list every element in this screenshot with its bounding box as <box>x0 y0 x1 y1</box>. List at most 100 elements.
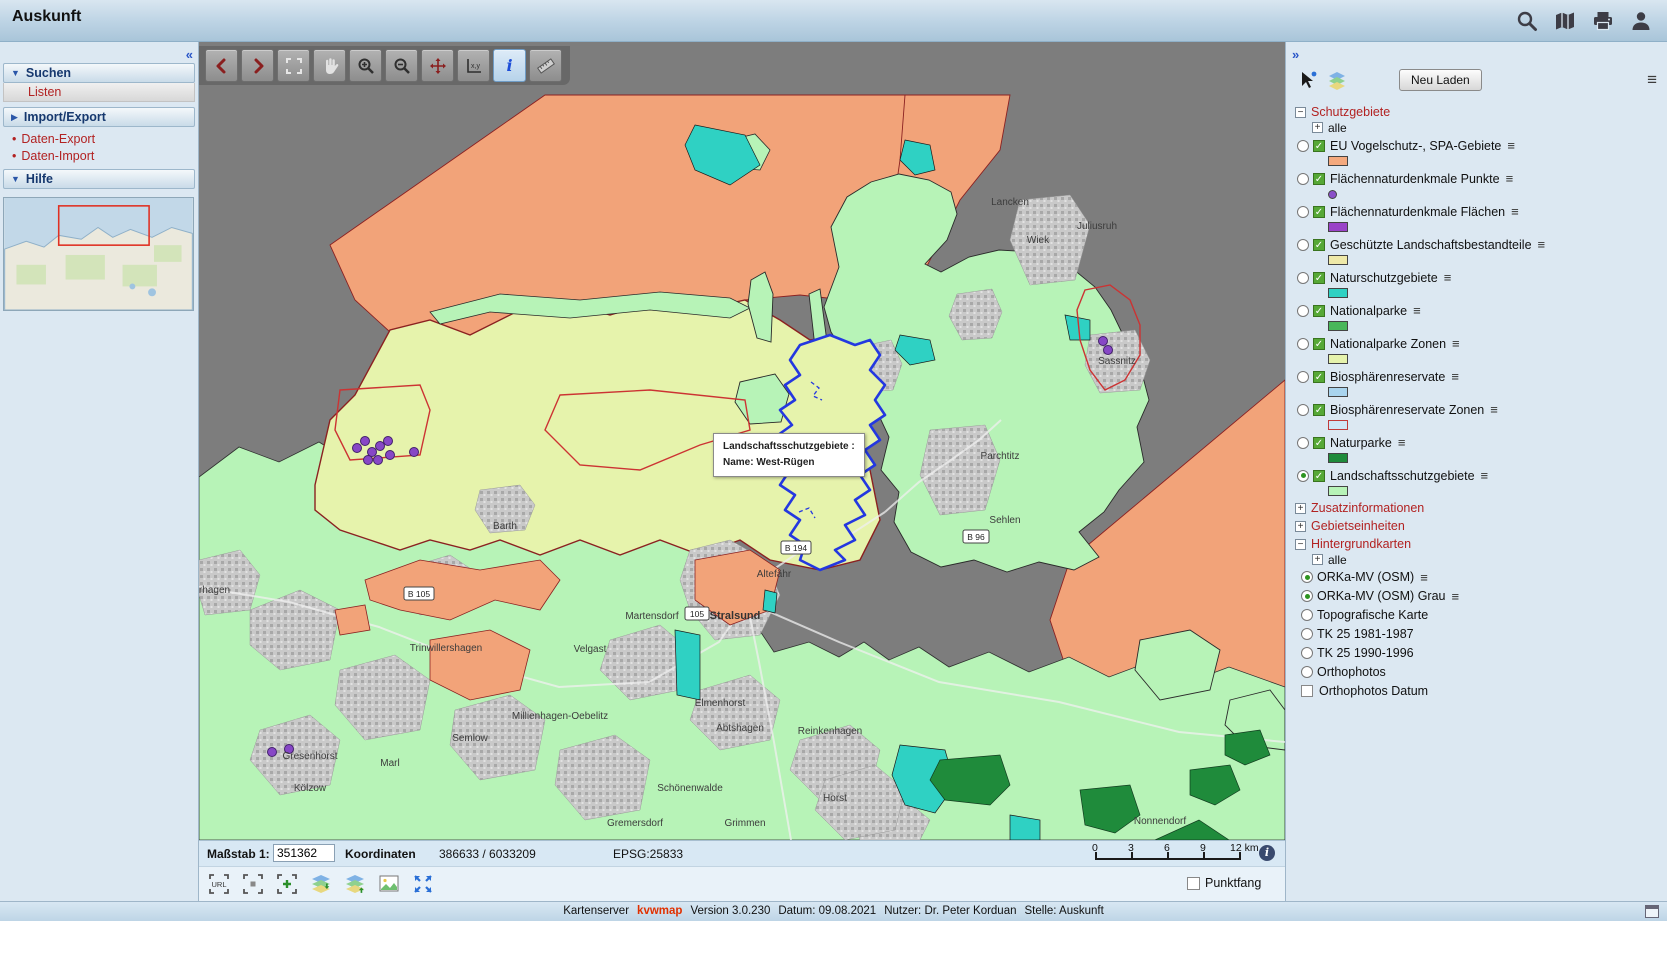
coordinates-tool-button[interactable]: x,y <box>457 49 490 82</box>
layer-label[interactable]: Biosphärenreservate <box>1330 370 1445 384</box>
accordion-import-export[interactable]: ▶ Import/Export <box>3 107 195 127</box>
layer-radio[interactable] <box>1297 140 1309 152</box>
layer-label[interactable]: Nationalparke <box>1330 304 1407 318</box>
bg-layer-label[interactable]: ORKa-MV (OSM) Grau <box>1317 589 1446 603</box>
layer-menu-icon[interactable]: ≡ <box>1398 435 1406 450</box>
layer-radio[interactable] <box>1297 206 1309 218</box>
link-daten-import[interactable]: • Daten-Import <box>0 147 198 164</box>
layer-checkbox[interactable]: ✓ <box>1313 470 1325 482</box>
zoom-box-add-icon[interactable] <box>275 872 299 896</box>
tree-group-zusatzinformationen[interactable]: + Zusatzinformationen <box>1289 500 1665 516</box>
layer-checkbox[interactable]: ✓ <box>1313 239 1325 251</box>
layer-menu-icon[interactable]: ≡ <box>1506 171 1514 186</box>
layer-label[interactable]: Flächennaturdenkmale Punkte <box>1330 172 1500 186</box>
layer-menu-icon[interactable]: ≡ <box>1511 204 1519 219</box>
layer-label[interactable]: Flächennaturdenkmale Flächen <box>1330 205 1505 219</box>
layer-menu-icon[interactable]: ≡ <box>1481 468 1489 483</box>
accordion-suchen[interactable]: ▼ Suchen <box>3 63 195 83</box>
expand-icon[interactable]: + <box>1295 521 1306 532</box>
layer-menu-icon[interactable]: ≡ <box>1413 303 1421 318</box>
panel-menu-icon[interactable]: ≡ <box>1647 70 1657 90</box>
permalink-url-icon[interactable]: URL <box>207 872 231 896</box>
bg-layer-radio-selected[interactable] <box>1301 571 1313 583</box>
footer-brand[interactable]: kvwmap <box>637 905 682 917</box>
scalebar-info-icon[interactable]: i <box>1259 845 1275 861</box>
layer-radio[interactable] <box>1297 404 1309 416</box>
layers-icon[interactable] <box>1327 70 1347 90</box>
collapse-icon[interactable]: − <box>1295 539 1306 550</box>
layer-label[interactable]: Naturparke <box>1330 436 1392 450</box>
print-icon[interactable] <box>1591 9 1615 33</box>
layer-label[interactable]: Landschaftsschutzgebiete <box>1330 469 1475 483</box>
layer-radio[interactable] <box>1297 239 1309 251</box>
bg-layer-radio[interactable] <box>1301 628 1313 640</box>
tree-group-schutzgebiete[interactable]: − Schutzgebiete <box>1289 104 1665 120</box>
accordion-hilfe[interactable]: ▼ Hilfe <box>3 169 195 189</box>
layer-menu-icon[interactable]: ≡ <box>1507 138 1515 153</box>
zoom-out-button[interactable] <box>385 49 418 82</box>
bg-layer-label[interactable]: ORKa-MV (OSM) <box>1317 570 1414 584</box>
layer-label[interactable]: Nationalparke Zonen <box>1330 337 1446 351</box>
layer-checkbox[interactable]: ✓ <box>1313 338 1325 350</box>
bg-layer-label[interactable]: Topografische Karte <box>1317 608 1428 622</box>
bg-layer-label[interactable]: TK 25 1990-1996 <box>1317 646 1414 660</box>
layer-radio[interactable] <box>1297 173 1309 185</box>
panel-expand-icon[interactable]: » <box>1292 47 1299 62</box>
pan-button[interactable] <box>313 49 346 82</box>
layer-radio[interactable] <box>1297 371 1309 383</box>
recenter-button[interactable] <box>421 49 454 82</box>
back-button[interactable] <box>205 49 238 82</box>
footer-window-icon[interactable] <box>1645 905 1659 918</box>
layer-label[interactable]: Geschützte Landschaftsbestandteile <box>1330 238 1532 252</box>
layer-label[interactable]: Biosphärenreservate Zonen <box>1330 403 1484 417</box>
layer-radio[interactable] <box>1297 305 1309 317</box>
layer-menu-icon[interactable]: ≡ <box>1490 402 1498 417</box>
layer-menu-icon[interactable]: ≡ <box>1452 336 1460 351</box>
tree-group-hintergrundkarten[interactable]: − Hintergrundkarten <box>1289 536 1665 552</box>
full-extent-button[interactable] <box>277 49 310 82</box>
scale-input[interactable] <box>273 844 335 862</box>
layer-checkbox[interactable]: ✓ <box>1313 272 1325 284</box>
identify-cursor-icon[interactable] <box>1298 70 1318 90</box>
layer-checkbox[interactable]: ✓ <box>1313 305 1325 317</box>
layer-menu-icon[interactable]: ≡ <box>1452 589 1460 604</box>
layer-checkbox[interactable]: ✓ <box>1313 437 1325 449</box>
map-image-export-icon[interactable] <box>377 872 401 896</box>
menu-item-listen[interactable]: Listen <box>3 83 195 102</box>
layer-checkbox[interactable]: ✓ <box>1313 140 1325 152</box>
zoom-box-icon[interactable] <box>241 872 265 896</box>
layer-label[interactable]: EU Vogelschutz-, SPA-Gebiete <box>1330 139 1501 153</box>
layer-radio-selected[interactable] <box>1297 470 1309 482</box>
layer-checkbox[interactable]: ✓ <box>1313 206 1325 218</box>
bg-layer-label[interactable]: TK 25 1981-1987 <box>1317 627 1414 641</box>
bg-layer-radio[interactable] <box>1301 647 1313 659</box>
layer-checkbox[interactable]: ✓ <box>1313 404 1325 416</box>
layer-checkbox[interactable]: ✓ <box>1313 371 1325 383</box>
layer-menu-icon[interactable]: ≡ <box>1420 570 1428 585</box>
layer-label[interactable]: Naturschutzgebiete <box>1330 271 1438 285</box>
overview-map[interactable] <box>3 197 194 311</box>
layer-radio[interactable] <box>1297 338 1309 350</box>
fit-extent-icon[interactable] <box>411 872 435 896</box>
reload-button[interactable]: Neu Laden <box>1399 69 1482 91</box>
tree-group-gebietseinheiten[interactable]: + Gebietseinheiten <box>1289 518 1665 534</box>
expand-icon[interactable]: + <box>1312 122 1323 133</box>
bg-layer-radio-selected[interactable] <box>1301 590 1313 602</box>
layer-radio[interactable] <box>1297 272 1309 284</box>
punktfang-checkbox[interactable] <box>1187 877 1200 890</box>
layer-radio[interactable] <box>1297 437 1309 449</box>
link-daten-export[interactable]: • Daten-Export <box>0 130 198 147</box>
tree-alle-schutzgebiete[interactable]: + alle <box>1289 120 1665 135</box>
layer-checkbox[interactable]: ✓ <box>1313 173 1325 185</box>
zoom-in-button[interactable] <box>349 49 382 82</box>
user-icon[interactable] <box>1629 9 1653 33</box>
tree-alle-hintergrund[interactable]: + alle <box>1289 552 1665 567</box>
expand-icon[interactable]: + <box>1295 503 1306 514</box>
sidebar-collapse-icon[interactable]: « <box>186 47 193 62</box>
expand-icon[interactable]: + <box>1312 554 1323 565</box>
map-view[interactable]: B 105 B 105 B 96 B 194 105 Wiek Lancken <box>199 42 1285 840</box>
bg-layer-label[interactable]: Orthophotos Datum <box>1319 684 1428 698</box>
info-tool-button[interactable]: i <box>493 49 526 82</box>
layer-menu-icon[interactable]: ≡ <box>1538 237 1546 252</box>
layer-upload-icon[interactable] <box>343 872 367 896</box>
